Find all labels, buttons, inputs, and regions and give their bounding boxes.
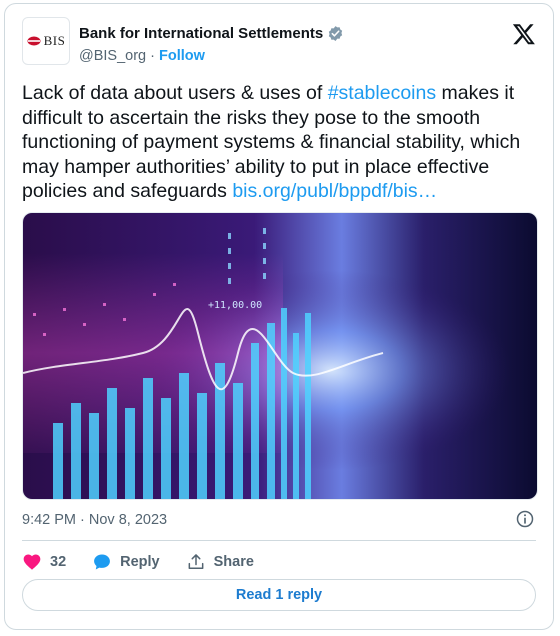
bis-logo-mark bbox=[27, 36, 41, 46]
verified-badge-icon bbox=[329, 26, 343, 41]
heart-icon bbox=[23, 554, 41, 570]
share-label: Share bbox=[213, 554, 254, 570]
handle-separator: · bbox=[150, 48, 155, 64]
read-replies-button[interactable]: Read 1 reply bbox=[22, 579, 536, 611]
share-button[interactable]: Share bbox=[186, 552, 254, 572]
avatar[interactable]: BIS bbox=[22, 17, 70, 65]
author-handle[interactable]: @BIS_org bbox=[79, 48, 146, 64]
tweet-actions: 32 Reply Share bbox=[22, 549, 280, 575]
share-icon bbox=[188, 554, 204, 569]
like-count: 32 bbox=[50, 554, 67, 570]
tweet-media-image[interactable]: +11,00.00 bbox=[22, 212, 538, 500]
tweet-card: BIS Bank for International Settlements @… bbox=[4, 3, 554, 630]
x-logo-icon[interactable] bbox=[512, 22, 536, 46]
avatar-logo-text: BIS bbox=[43, 33, 66, 48]
tweet-text: Lack of data about users & uses of #stab… bbox=[22, 81, 542, 204]
reply-button[interactable]: Reply bbox=[92, 552, 160, 572]
tweet-text-part-1: Lack of data about users & uses of bbox=[22, 82, 328, 104]
follow-button[interactable]: Follow bbox=[159, 48, 205, 64]
like-button[interactable]: 32 bbox=[22, 552, 66, 572]
reply-bubble-icon bbox=[94, 554, 111, 570]
divider bbox=[22, 540, 536, 541]
author-name-row: Bank for International Settlements bbox=[79, 25, 344, 42]
tweet-timestamp[interactable]: 9:42 PM · Nov 8, 2023 bbox=[22, 512, 167, 528]
info-icon[interactable] bbox=[515, 509, 535, 529]
reply-label: Reply bbox=[120, 554, 160, 570]
url-link[interactable]: bis.org/publ/bppdf/bis… bbox=[232, 180, 437, 202]
author-handle-row: @BIS_org · Follow bbox=[79, 48, 205, 64]
hashtag-link[interactable]: #stablecoins bbox=[328, 82, 436, 104]
financial-chart-image: +11,00.00 bbox=[23, 213, 537, 499]
media-overlay-text: +11,00.00 bbox=[208, 300, 262, 311]
author-name[interactable]: Bank for International Settlements bbox=[79, 25, 323, 42]
